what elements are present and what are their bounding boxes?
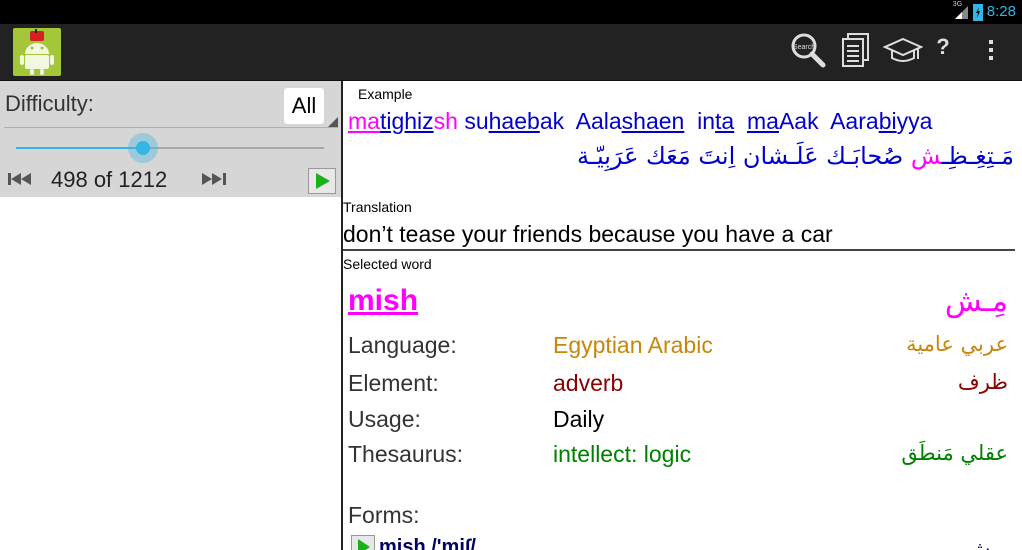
overflow-menu-button[interactable] (971, 32, 1011, 72)
example-word-segment[interactable]: haeb (489, 108, 540, 134)
dropdown-corner-icon (328, 117, 338, 127)
usage-value: Daily (553, 406, 605, 432)
example-word-segment[interactable]: ma (747, 108, 779, 134)
graduation-cap-icon (882, 35, 924, 69)
difficulty-value: All (284, 88, 324, 124)
thesaurus-key: Thesaurus: (348, 441, 464, 467)
example-word-segment[interactable]: yya (897, 108, 933, 134)
thesaurus-value[interactable]: intellect: logic (553, 441, 691, 468)
navigation-row: 498 of 1212 (0, 165, 342, 195)
example-word-segment[interactable]: ma (348, 108, 380, 134)
example-slider[interactable] (16, 133, 324, 163)
difficulty-label: Difficulty: (5, 91, 94, 116)
selected-word-latin[interactable]: mish (348, 284, 418, 318)
selected-word-label: Selected word (343, 256, 432, 272)
example-counter: 498 of 1212 (51, 167, 168, 192)
example-word-segment[interactable]: ak (540, 108, 564, 134)
thesaurus-arabic: عقلي مَنطَق (901, 441, 1008, 465)
search-icon: Search (790, 32, 826, 72)
previous-button[interactable] (8, 171, 32, 190)
search-button[interactable]: Search (788, 32, 828, 72)
slider-fill (16, 147, 143, 149)
translation-text: don’t tease your friends because you hav… (343, 221, 833, 247)
left-pane: Difficulty: All 498 of 1212 (0, 81, 342, 550)
overflow-menu-icon (987, 37, 995, 67)
android-fez-icon[interactable] (13, 28, 61, 76)
example-label: Example (358, 86, 413, 102)
play-button[interactable] (308, 168, 336, 194)
documents-button[interactable] (835, 32, 875, 72)
signal-icon: 3G (952, 1, 969, 20)
usage-row: Usage: Daily (348, 406, 1008, 436)
example-word-segment[interactable]: k Aara (807, 108, 879, 134)
status-icons: 3G 8:28 (952, 1, 1016, 22)
example-word-segment[interactable]: tighiz (380, 108, 434, 134)
example-word-segment[interactable] (734, 108, 747, 134)
thesaurus-row: Thesaurus: intellect: logic عقلي مَنطَق (348, 441, 1008, 471)
example-word-segment[interactable]: shaen (622, 108, 685, 134)
skip-next-icon (202, 171, 226, 190)
documents-icon (839, 32, 871, 72)
example-word-segment[interactable]: bi (879, 108, 897, 134)
slider-thumb[interactable] (136, 141, 150, 155)
element-row: Element: adverb ظرف (348, 370, 1008, 400)
example-word-segment[interactable]: Aa (779, 108, 807, 134)
forms-entry: mish /'mi∫/ (351, 535, 476, 550)
example-arabic-text[interactable]: مَـتِغِـظِـش صُحابَـك عَلَـشان اِنتَ مَع… (577, 142, 1014, 170)
translation-label: Translation (343, 199, 412, 215)
example-arabic-segment: ش (910, 142, 942, 170)
element-value: adverb (553, 370, 624, 396)
network-type: 3G (952, 1, 963, 8)
element-arabic: ظرف (957, 370, 1008, 394)
element-key: Element: (348, 370, 439, 396)
forms-play-button[interactable] (351, 535, 375, 550)
search-icon-label: Search (793, 44, 815, 51)
skip-previous-icon (8, 171, 32, 190)
help-button[interactable]: ? (923, 32, 963, 72)
action-bar: Search ? (0, 24, 1022, 81)
example-word-segment[interactable]: in (684, 108, 715, 134)
difficulty-controls: Difficulty: All 498 of 1212 (0, 81, 342, 197)
example-word-segment[interactable]: sh (434, 108, 458, 134)
language-value: Egyptian Arabic (553, 332, 713, 358)
example-word-segment[interactable]: ta (715, 108, 734, 134)
forms-entry-text: mish /'mi∫/ (379, 535, 476, 550)
language-arabic: عربي عامية (906, 332, 1008, 356)
learn-button[interactable] (882, 32, 924, 72)
play-icon (309, 173, 335, 197)
example-word-segment[interactable]: su (464, 108, 488, 134)
example-word-segment[interactable]: Aala (564, 108, 622, 134)
clock: 8:28 (986, 3, 1016, 20)
usage-key: Usage: (348, 406, 421, 432)
selected-word-arabic: مِـش (944, 284, 1008, 319)
status-bar: 3G 8:28 (0, 0, 1022, 24)
example-arabic-segment: مَـتِغِـظِـ (941, 142, 1014, 170)
divider (4, 127, 338, 128)
right-pane: Example matighizsh suhaebak Aalashaen in… (343, 81, 1022, 550)
help-icon: ? (936, 34, 950, 59)
language-key: Language: (348, 332, 457, 358)
example-latin-text[interactable]: matighizsh suhaebak Aalashaen inta maAak… (348, 108, 932, 135)
forms-label: Forms: (348, 502, 420, 528)
separator (343, 249, 1015, 251)
next-button[interactable] (202, 171, 226, 190)
language-row: Language: Egyptian Arabic عربي عامية (348, 332, 1008, 362)
play-icon (352, 539, 374, 550)
forms-entry-arabic: مِـش (965, 537, 1008, 550)
battery-icon (972, 3, 983, 21)
example-arabic-segment: صُحابَـك عَلَـشان اِنتَ مَعَك عَرَبِيّـة (577, 142, 911, 170)
difficulty-dropdown[interactable]: All (284, 88, 338, 127)
